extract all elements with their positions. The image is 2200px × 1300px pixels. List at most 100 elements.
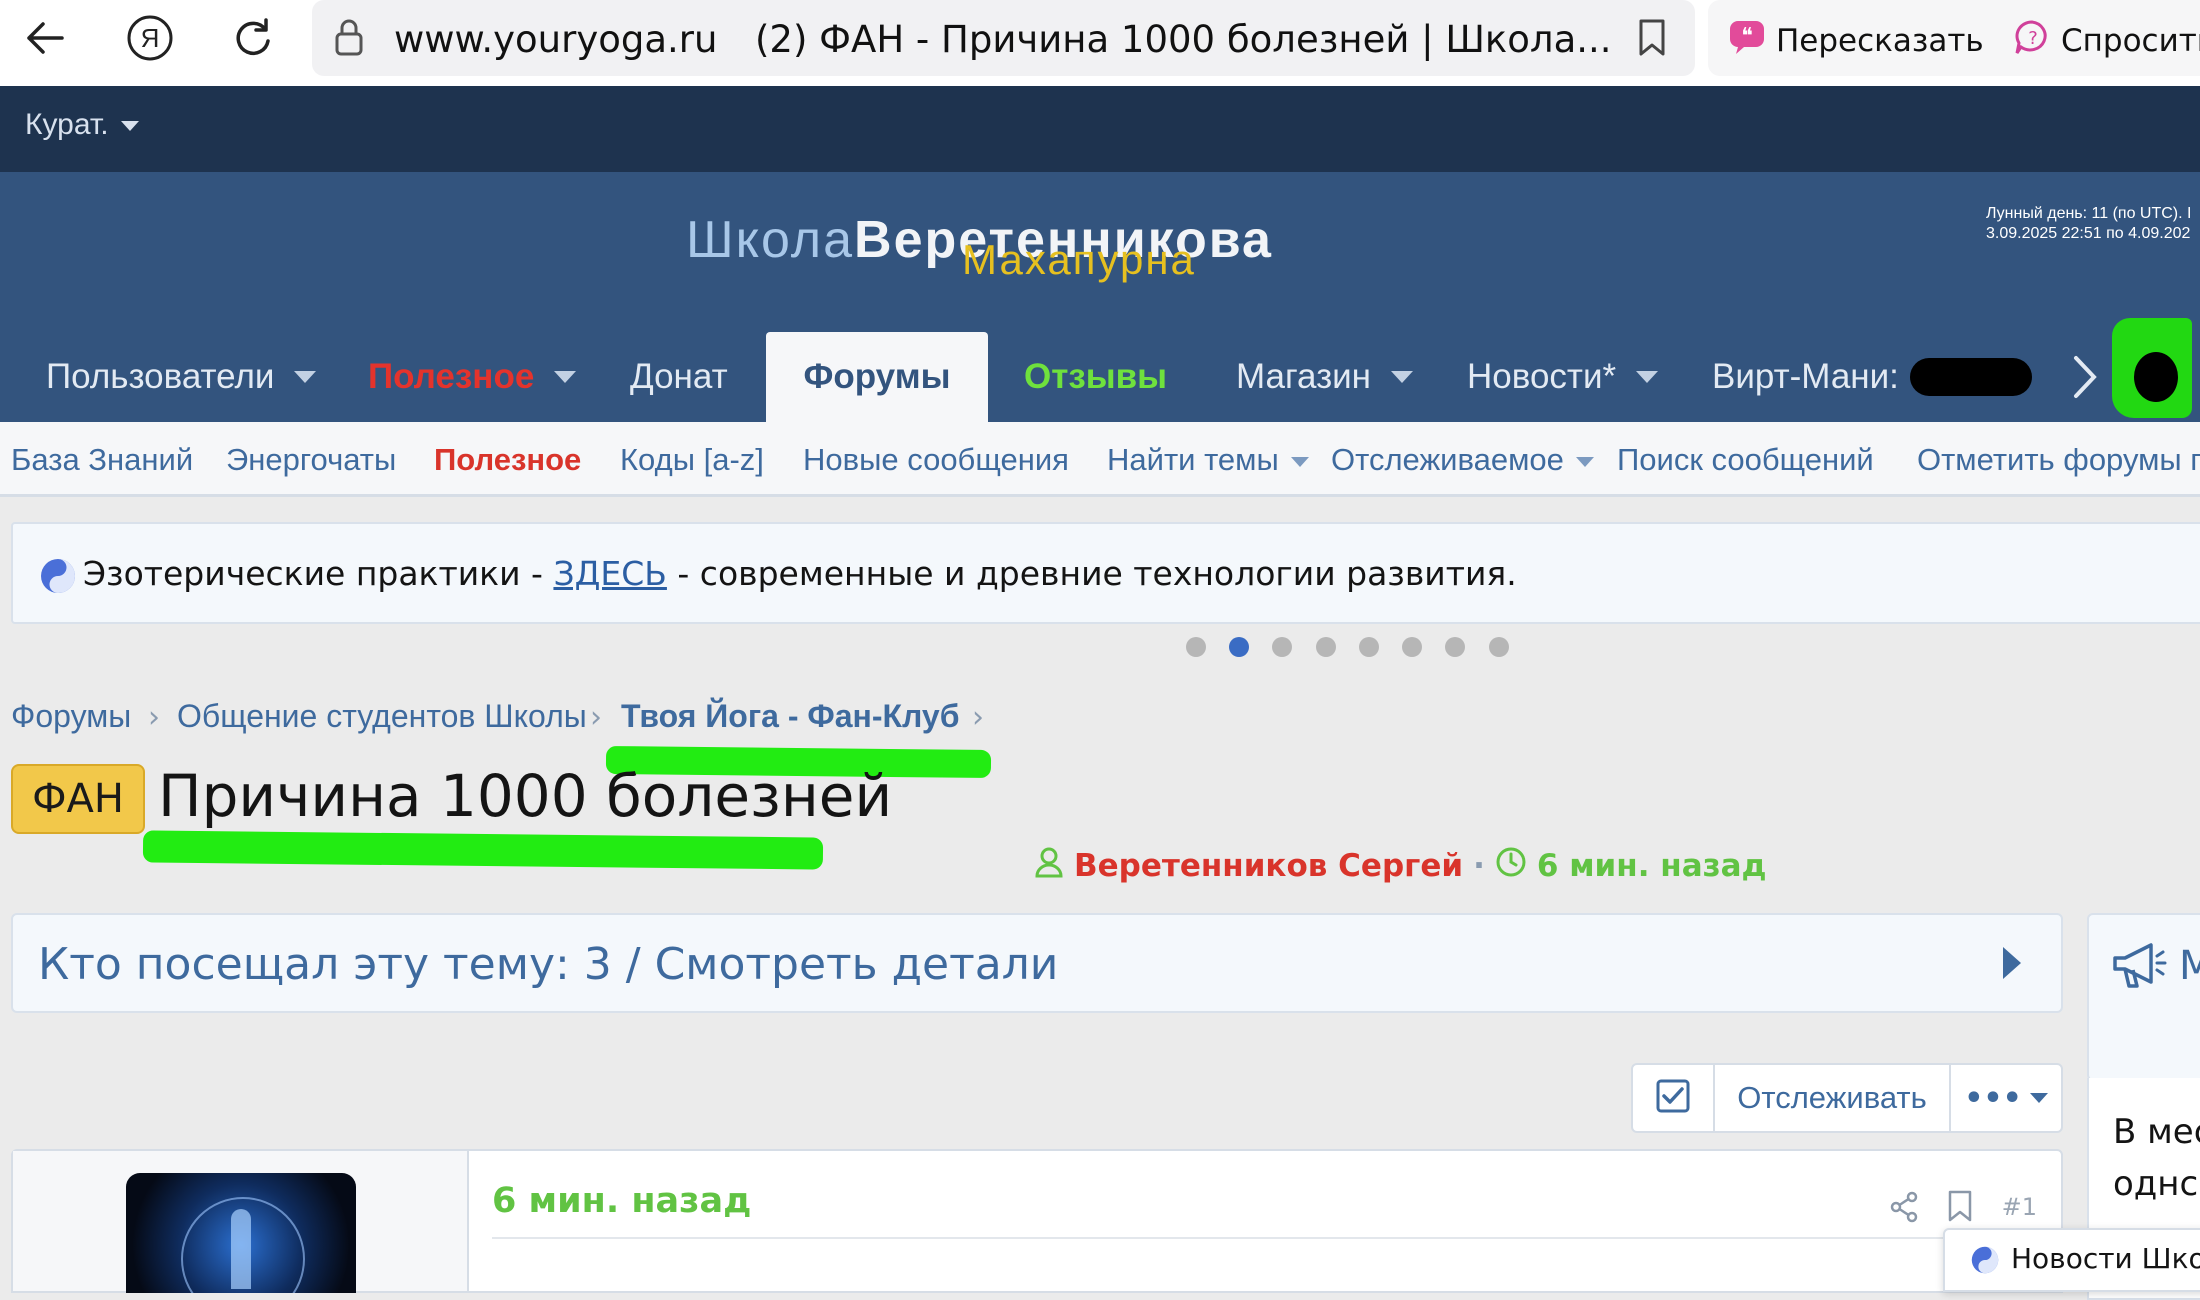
post: 6 мин. назад #1 — [11, 1149, 2063, 1293]
subnav-mark-read[interactable]: Отметить форумы п — [1917, 442, 2200, 478]
avatar-figure — [231, 1209, 251, 1289]
subnav-search-posts[interactable]: Поиск сообщений — [1617, 442, 1874, 478]
breadcrumb-student-community[interactable]: Общение студентов Школы — [177, 698, 587, 735]
visitors-box[interactable]: Кто посещал эту тему: 3 / Смотреть детал… — [11, 913, 2063, 1013]
select-checkbox-button[interactable] — [1633, 1065, 1715, 1131]
thread-author[interactable]: Веретенников Сергей — [1074, 848, 1463, 884]
slider-dot[interactable] — [1359, 637, 1379, 657]
user-icon — [1034, 846, 1064, 886]
slider-dot[interactable] — [1402, 637, 1422, 657]
logo-subtitle: Махапурна — [962, 236, 1196, 283]
share-icon[interactable] — [1889, 1191, 1919, 1227]
nav-news-label: Новости* — [1467, 357, 1617, 396]
subnav-codes[interactable]: Коды [a-z] — [620, 442, 764, 478]
ask-label: Спросить — [2061, 23, 2200, 59]
subnav-energy-chats[interactable]: Энергочаты — [226, 442, 396, 478]
nav-useful[interactable]: Полезное — [368, 332, 577, 422]
quote-icon: ❝ — [1728, 18, 1766, 64]
subnav-new-posts[interactable]: Новые сообщения — [803, 442, 1069, 478]
nav-reviews-label: Отзывы — [1024, 357, 1168, 396]
avatar-redaction — [2134, 352, 2178, 402]
yandex-icon[interactable]: Я — [122, 0, 178, 76]
address-bar[interactable]: www.youryoga.ru (2) ФАН - Причина 1000 б… — [312, 0, 1695, 76]
thread-prefix-badge[interactable]: ФАН — [11, 764, 145, 834]
redacted-balance — [1910, 358, 2032, 396]
breadcrumb-forums[interactable]: Форумы — [11, 698, 131, 735]
chevron-right-icon: › — [148, 700, 160, 735]
breadcrumb-fan-club[interactable]: Твоя Йога - Фан-Клуб — [621, 698, 959, 735]
slider-dot-active[interactable] — [1229, 637, 1249, 657]
nav-virt-money[interactable]: Вирт-Мани: — [1712, 332, 1899, 422]
notice-link[interactable]: ЗДЕСЬ — [553, 554, 666, 593]
green-highlight-stroke — [142, 830, 824, 870]
clock-icon — [1495, 846, 1527, 886]
nav-shop[interactable]: Магазин — [1236, 332, 1414, 422]
caret-down-icon — [1575, 456, 1594, 467]
thread-meta: Веретенников Сергей · 6 мин. назад — [1034, 846, 1767, 886]
news-toast[interactable]: Новости Школы — [1943, 1228, 2200, 1292]
svg-text:❝: ❝ — [1741, 24, 1753, 49]
caret-down-icon — [294, 371, 317, 383]
slider-dot[interactable] — [1489, 637, 1509, 657]
notice-after: - современные и древние технологии разви… — [666, 554, 1517, 593]
nav-forums-label: Форумы — [803, 357, 951, 396]
toast-text: Новости Школы — [2011, 1242, 2200, 1275]
more-dots: ••• — [1964, 1080, 2022, 1116]
subnav-watched[interactable]: Отслеживаемое — [1331, 442, 1594, 478]
back-icon[interactable] — [20, 0, 70, 76]
bookmark-icon[interactable] — [1947, 1189, 1973, 1227]
yin-yang-icon — [40, 558, 76, 598]
ask-button[interactable]: ? Спросить — [2013, 18, 2200, 64]
retell-button[interactable]: ❝ Пересказать — [1728, 18, 1984, 64]
yin-yang-icon — [1971, 1246, 1999, 1278]
checkbox-checked-icon — [1656, 1079, 1690, 1117]
page-title: Причина 1000 болезней — [158, 762, 893, 830]
lunar-day-info: Лунный день: 11 (по UTC). I 3.09.2025 22… — [1986, 204, 2191, 244]
nav-forums[interactable]: Форумы — [766, 332, 988, 422]
expand-arrow-icon — [2003, 947, 2021, 979]
curator-menu[interactable]: Курат. — [25, 108, 139, 142]
reload-icon[interactable] — [228, 0, 278, 76]
subnav-useful[interactable]: Полезное — [434, 442, 581, 478]
more-options-button[interactable]: ••• — [1951, 1065, 2061, 1131]
sidebar-announcement-header[interactable]: М — [2087, 913, 2200, 1081]
notice-text: Эзотерические практики - ЗДЕСЬ - совреме… — [83, 554, 1517, 593]
thread-time[interactable]: 6 мин. назад — [1537, 848, 1767, 884]
post-number[interactable]: #1 — [2002, 1193, 2037, 1221]
slider-dot[interactable] — [1186, 637, 1206, 657]
nav-donate[interactable]: Донат — [630, 332, 728, 422]
bookmark-icon[interactable] — [1637, 18, 1667, 62]
ai-toolbar: ❝ Пересказать ? Спросить — [1708, 0, 2200, 76]
svg-text:?: ? — [2028, 28, 2038, 49]
slider-dot[interactable] — [1445, 637, 1465, 657]
visitors-text: Кто посещал эту тему: 3 / Смотреть детал… — [38, 939, 1059, 990]
subnav-find-threads[interactable]: Найти темы — [1107, 442, 1309, 478]
sidebar-text-line2: однс — [2113, 1164, 2199, 1204]
subnav-knowledge-base[interactable]: База Знаний — [11, 442, 193, 478]
caret-down-icon — [1290, 456, 1309, 467]
slider-dot[interactable] — [1272, 637, 1292, 657]
nav-reviews[interactable]: Отзывы — [1024, 332, 1167, 422]
lock-icon — [334, 18, 364, 62]
nav-virt-money-label: Вирт-Мани: — [1712, 357, 1899, 396]
post-divider — [492, 1237, 2047, 1239]
nav-shop-label: Магазин — [1236, 357, 1372, 396]
meta-separator: · — [1473, 848, 1485, 884]
nav-users[interactable]: Пользователи — [46, 332, 317, 422]
caret-down-icon — [2029, 1093, 2048, 1103]
slider-dot[interactable] — [1316, 637, 1336, 657]
watch-button[interactable]: Отслеживать — [1715, 1065, 1951, 1131]
subnav-find-threads-label: Найти темы — [1107, 442, 1279, 477]
nav-useful-label: Полезное — [368, 357, 535, 396]
svg-text:Я: Я — [141, 23, 160, 53]
tab-title: (2) ФАН - Причина 1000 болезней | Школа.… — [755, 18, 1612, 61]
chevron-right-icon[interactable] — [2070, 352, 2100, 406]
sub-navigation: База Знаний Энергочаты Полезное Коды [a-… — [0, 422, 2200, 497]
browser-toolbar: Я www.youryoga.ru (2) ФАН - Причина 1000… — [0, 0, 2200, 86]
nav-news[interactable]: Новости* — [1467, 332, 1659, 422]
post-time[interactable]: 6 мин. назад — [492, 1181, 751, 1221]
post-avatar[interactable] — [126, 1173, 356, 1293]
sidebar-text-line1: В мес — [2113, 1112, 2200, 1152]
curator-label: Курат. — [25, 108, 109, 141]
user-avatar[interactable] — [2112, 318, 2192, 418]
